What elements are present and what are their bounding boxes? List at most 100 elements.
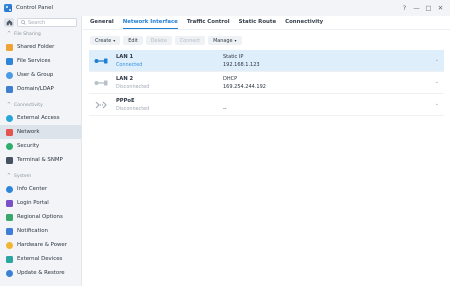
sidebar-top: [0, 16, 81, 27]
pppoe-icon: [95, 101, 107, 108]
ip-mode: [223, 98, 423, 104]
chevron-up-icon: ^: [7, 32, 12, 37]
sidebar-item-file-services[interactable]: File Services: [0, 54, 81, 68]
notification-icon: [6, 227, 13, 235]
toolbar: Create ▾ Edit Delete Connect Manage ▾: [83, 30, 450, 45]
group-file-sharing[interactable]: ^ File Sharing: [0, 29, 81, 40]
sidebar: ^ File Sharing Shared Folder File Servic…: [0, 16, 82, 286]
window-controls: ? — □ ✕: [398, 3, 446, 14]
sidebar-item-label: Regional Options: [17, 214, 63, 220]
sidebar-item-label: Domain/LDAP: [17, 86, 54, 92]
tab-static-route[interactable]: Static Route: [239, 19, 277, 29]
regional-options-icon: [6, 213, 13, 221]
tab-general[interactable]: General: [90, 19, 114, 29]
chevron-down-icon[interactable]: ⌄: [435, 79, 439, 85]
sidebar-item-label: Info Center: [17, 186, 48, 192]
login-portal-icon: [6, 199, 13, 207]
chevron-down-icon[interactable]: ⌄: [435, 57, 439, 63]
edit-label: Edit: [128, 37, 138, 44]
sidebar-item-label: Hardware & Power: [17, 242, 67, 248]
sidebar-item-network[interactable]: Network: [0, 125, 81, 139]
sidebar-item-terminal-snmp[interactable]: Terminal & SNMP: [0, 153, 81, 167]
connect-button[interactable]: Connect: [174, 36, 206, 45]
chevron-down-icon[interactable]: ⌄: [435, 101, 439, 107]
delete-button[interactable]: Delete: [145, 36, 172, 45]
sidebar-item-label: File Services: [17, 58, 51, 64]
create-button[interactable]: Create ▾: [90, 36, 121, 45]
sidebar-item-update-restore[interactable]: Update & Restore: [0, 266, 81, 280]
user-group-icon: [6, 71, 13, 79]
sidebar-item-regional-options[interactable]: Regional Options: [0, 210, 81, 224]
close-button[interactable]: ✕: [435, 3, 446, 14]
home-icon: [6, 20, 12, 26]
caret-down-icon: ▾: [113, 38, 116, 43]
lan-disconnected-icon: [94, 80, 108, 85]
home-button[interactable]: [4, 18, 14, 27]
sidebar-item-label: Login Portal: [17, 200, 49, 206]
ip-address: 169.254.244.192: [223, 83, 266, 90]
edit-button[interactable]: Edit: [123, 36, 143, 45]
network-icon: [6, 128, 13, 136]
interface-status: Connected: [116, 61, 143, 68]
delete-label: Delete: [150, 37, 167, 44]
sidebar-item-label: Notification: [17, 228, 48, 234]
manage-label: Manage: [213, 37, 233, 44]
title-bar: Control Panel ? — □ ✕: [0, 0, 450, 16]
external-access-icon: [6, 114, 13, 122]
interface-name: LAN 2: [116, 75, 134, 82]
sidebar-item-label: User & Group: [17, 72, 54, 78]
search-box: [17, 18, 77, 27]
tab-traffic-control[interactable]: Traffic Control: [187, 19, 230, 29]
ip-mode: Static IP: [223, 53, 244, 60]
connect-label: Connect: [179, 37, 201, 44]
window-title: Control Panel: [16, 5, 54, 11]
search-input[interactable]: [28, 19, 76, 26]
ip-address: 192.168.1.123: [223, 61, 260, 68]
sidebar-item-external-devices[interactable]: External Devices: [0, 252, 81, 266]
caret-down-icon: ▾: [234, 38, 237, 43]
manage-button[interactable]: Manage ▾: [208, 36, 242, 45]
sidebar-item-shared-folder[interactable]: Shared Folder: [0, 40, 81, 54]
sidebar-item-login-portal[interactable]: Login Portal: [0, 196, 81, 210]
sidebar-item-label: Update & Restore: [17, 270, 65, 276]
interface-row-lan2[interactable]: LAN 2 Disconnected DHCP 169.254.244.192 …: [89, 72, 444, 94]
external-devices-icon: [6, 255, 13, 263]
maximize-button[interactable]: □: [423, 3, 434, 14]
sidebar-item-user-group[interactable]: User & Group: [0, 68, 81, 82]
security-icon: [6, 142, 13, 150]
sidebar-item-domain-ldap[interactable]: Domain/LDAP: [0, 82, 81, 96]
group-connectivity[interactable]: ^ Connectivity: [0, 100, 81, 111]
interface-status: Disconnected: [116, 83, 150, 90]
control-panel-icon: [4, 4, 12, 12]
tab-connectivity[interactable]: Connectivity: [285, 19, 323, 29]
sidebar-item-external-access[interactable]: External Access: [0, 111, 81, 125]
group-system[interactable]: ^ System: [0, 171, 81, 182]
interface-list: LAN 1 Connected Static IP 192.168.1.123 …: [89, 50, 444, 116]
sidebar-item-security[interactable]: Security: [0, 139, 81, 153]
sidebar-item-label: Network: [17, 129, 40, 135]
sidebar-item-info-center[interactable]: Info Center: [0, 182, 81, 196]
tab-bar: General Network Interface Traffic Contro…: [83, 16, 450, 30]
info-center-icon: [6, 185, 13, 193]
tab-network-interface[interactable]: Network Interface: [122, 19, 178, 29]
sidebar-item-label: External Access: [17, 115, 60, 121]
create-label: Create: [95, 37, 112, 44]
interface-status: Disconnected: [116, 105, 150, 112]
lan-connected-icon: [94, 58, 108, 63]
sidebar-item-notification[interactable]: Notification: [0, 224, 81, 238]
update-restore-icon: [6, 269, 13, 277]
chevron-up-icon: ^: [7, 103, 12, 108]
chevron-up-icon: ^: [7, 174, 12, 179]
domain-ldap-icon: [6, 85, 13, 93]
minimize-button[interactable]: —: [411, 3, 422, 14]
interface-name: LAN 1: [116, 53, 134, 60]
help-button[interactable]: ?: [399, 3, 410, 14]
shared-folder-icon: [6, 43, 13, 51]
main-panel: General Network Interface Traffic Contro…: [83, 16, 450, 286]
terminal-icon: [6, 156, 13, 164]
sidebar-item-label: External Devices: [17, 256, 63, 262]
sidebar-item-label: Terminal & SNMP: [17, 157, 63, 163]
sidebar-item-hardware-power[interactable]: Hardware & Power: [0, 238, 81, 252]
interface-row-lan1[interactable]: LAN 1 Connected Static IP 192.168.1.123 …: [89, 50, 444, 72]
interface-row-pppoe[interactable]: PPPoE Disconnected -- ⌄: [89, 94, 444, 116]
